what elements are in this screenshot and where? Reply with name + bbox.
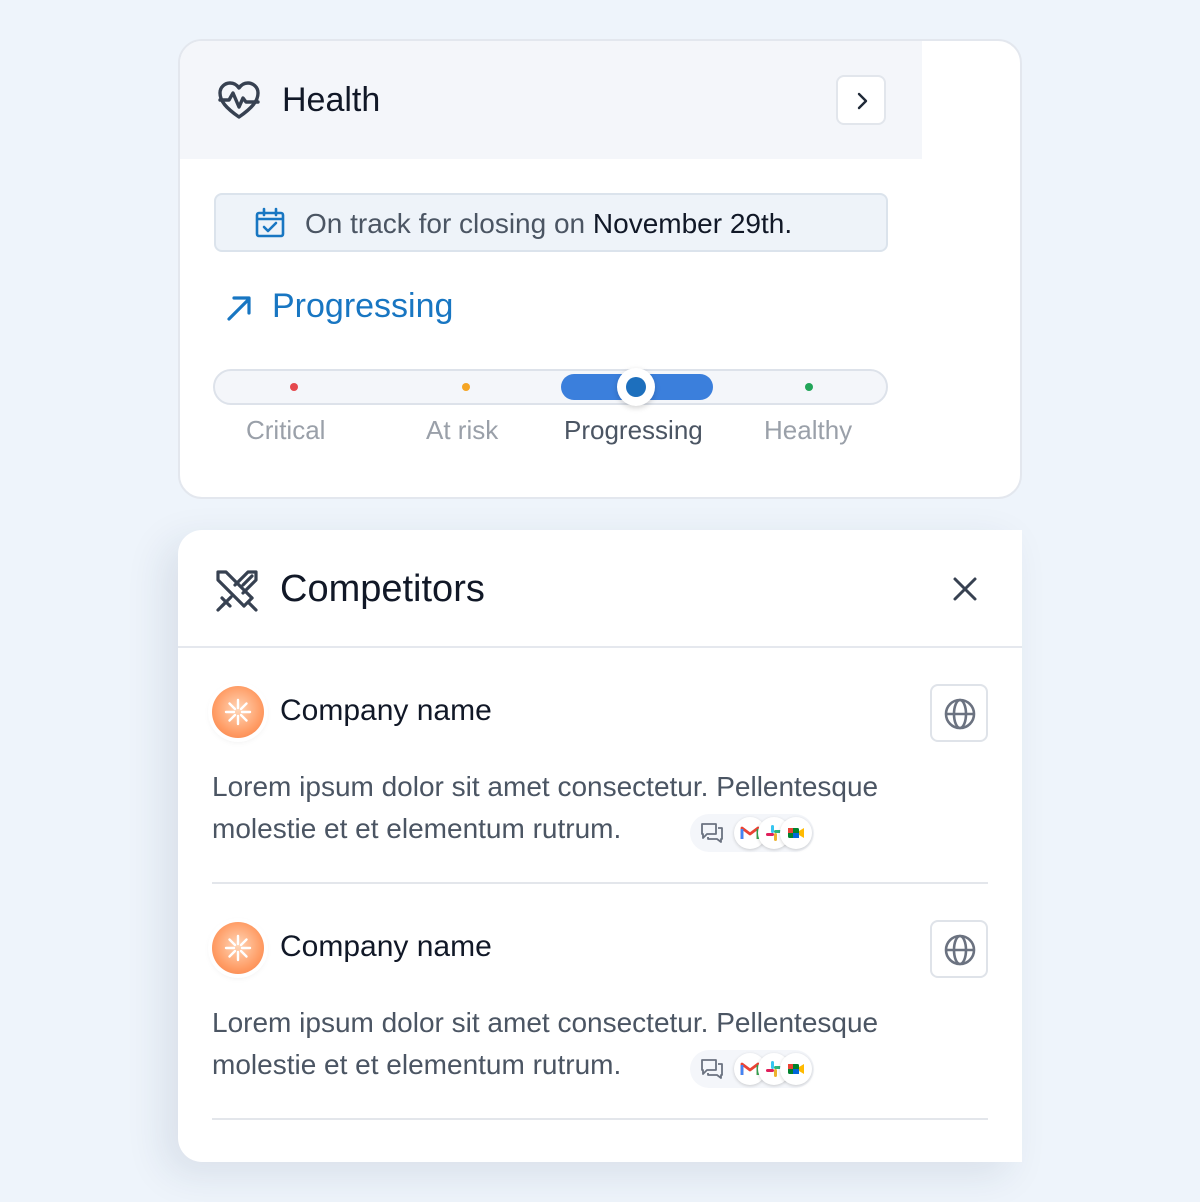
scale-label-at-risk[interactable]: At risk	[426, 415, 498, 446]
calendar-check-icon	[255, 207, 285, 238]
healthy-dot	[805, 383, 813, 391]
chat-icon	[701, 1059, 723, 1079]
scale-label-healthy[interactable]: Healthy	[764, 415, 852, 446]
health-header: Health	[180, 41, 922, 159]
expand-button[interactable]	[836, 75, 886, 125]
website-button[interactable]	[930, 920, 988, 978]
source-badges[interactable]	[690, 1050, 814, 1088]
google-meet-icon	[780, 1053, 812, 1085]
closing-banner: On track for closing on November 29th.	[214, 193, 888, 252]
chat-icon	[701, 823, 723, 843]
competitor-item: Company name Lorem ipsum dolor sit amet …	[178, 648, 1022, 884]
closing-date: November 29th.	[592, 208, 793, 239]
status-label: Progressing	[272, 287, 454, 325]
chevron-right-icon	[857, 92, 868, 110]
health-card: Health On track for closing on November …	[178, 39, 1022, 499]
company-logo-icon	[224, 934, 252, 962]
health-title: Health	[282, 81, 381, 119]
website-button[interactable]	[930, 684, 988, 742]
company-avatar	[212, 686, 264, 738]
heart-pulse-icon	[218, 81, 260, 119]
competitor-item: Company name Lorem ipsum dolor sit amet …	[178, 884, 1022, 1120]
company-logo-icon	[224, 698, 252, 726]
company-avatar	[212, 922, 264, 974]
scale-label-critical[interactable]: Critical	[246, 415, 325, 446]
critical-dot	[290, 383, 298, 391]
company-name[interactable]: Company name	[280, 694, 492, 728]
crossed-swords-icon	[216, 570, 258, 612]
company-description: Lorem ipsum dolor sit amet consectetur. …	[212, 771, 879, 844]
arrow-up-right-icon	[227, 296, 251, 321]
at-risk-dot	[462, 383, 470, 391]
health-scale-track[interactable]	[213, 368, 888, 406]
banner-prefix: On track for closing on	[305, 208, 593, 239]
banner-text: On track for closing on November 29th.	[305, 208, 792, 240]
scale-label-progressing[interactable]: Progressing	[564, 415, 703, 446]
globe-icon	[944, 698, 976, 730]
close-icon[interactable]	[950, 574, 980, 604]
company-name[interactable]: Company name	[280, 930, 492, 964]
item-divider	[212, 1118, 988, 1120]
scale-knob[interactable]	[617, 368, 655, 406]
source-badges[interactable]	[690, 814, 814, 852]
google-meet-icon	[780, 817, 812, 849]
globe-icon	[944, 934, 976, 966]
company-description: Lorem ipsum dolor sit amet consectetur. …	[212, 1007, 879, 1080]
competitors-card: Competitors Company name Lorem ipsum dol…	[178, 530, 1022, 1162]
competitors-title: Competitors	[280, 568, 485, 610]
